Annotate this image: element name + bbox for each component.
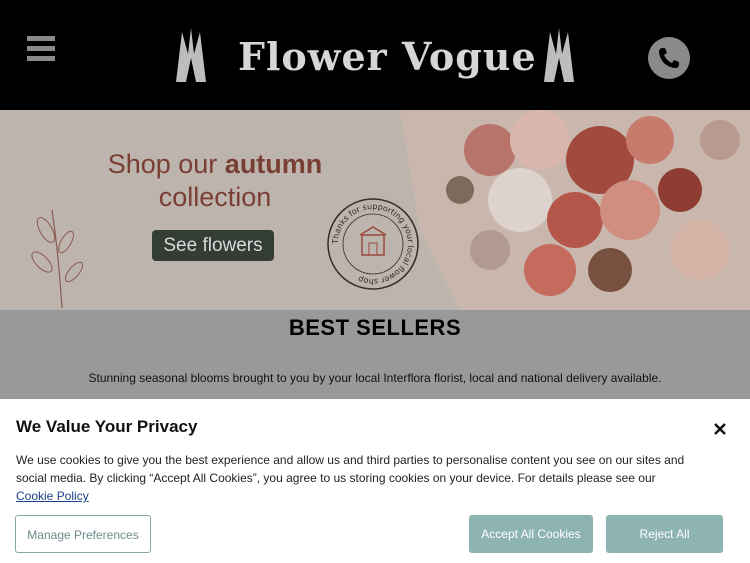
crown-right-icon (544, 28, 574, 82)
cookie-consent-banner: We Value Your Privacy We use cookies to … (0, 399, 750, 563)
accept-all-cookies-button[interactable]: Accept All Cookies (469, 515, 593, 553)
leaf-sprig-icon (31, 209, 84, 309)
cookie-policy-link[interactable]: Cookie Policy (16, 489, 89, 503)
best-sellers-subtitle: Stunning seasonal blooms brought to you … (88, 371, 662, 385)
see-flowers-button[interactable]: See flowers (152, 230, 274, 261)
banner-title-suffix: collection (158, 182, 272, 212)
cookie-description: We use cookies to give you the best expe… (16, 451, 696, 505)
flower-bouquet-image (400, 110, 750, 310)
close-icon[interactable] (710, 419, 730, 439)
logo-text: Flower Vogue (238, 34, 537, 79)
banner-title-prefix: Shop our (107, 149, 225, 179)
banner-title-emphasis: autumn (224, 149, 323, 179)
phone-call-button[interactable] (648, 37, 690, 79)
site-header: Flower Vogue (0, 0, 750, 110)
best-sellers-title: BEST SELLERS (288, 315, 462, 340)
phone-icon (659, 48, 679, 68)
reject-all-button[interactable]: Reject All (606, 515, 723, 553)
cookie-title: We Value Your Privacy (16, 417, 198, 436)
best-sellers-section: BEST SELLERS Stunning seasonal blooms br… (0, 310, 750, 400)
promo-banner[interactable]: Shop our autumn collection See flowers T… (0, 110, 750, 310)
svg-text:Thanks for supporting your loc: Thanks for supporting your local flower … (331, 202, 415, 286)
banner-title: Shop our autumn collection (90, 148, 340, 214)
hamburger-menu-icon[interactable] (27, 36, 55, 62)
cookie-body-text: We use cookies to give you the best expe… (16, 453, 685, 485)
crown-left-icon (176, 28, 206, 82)
local-shop-stamp: Thanks for supporting your local flower … (327, 198, 419, 290)
stamp-text: Thanks for supporting your local flower … (331, 202, 415, 286)
manage-preferences-button[interactable]: Manage Preferences (15, 515, 151, 553)
site-logo[interactable]: Flower Vogue (170, 28, 582, 84)
